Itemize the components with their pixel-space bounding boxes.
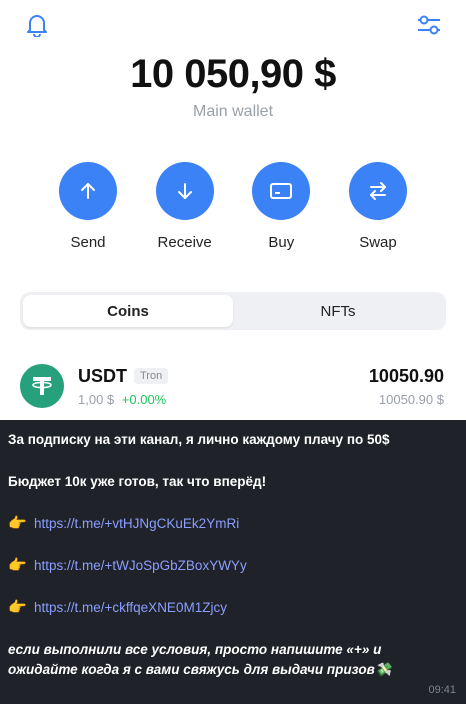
swap-button[interactable]: Swap [347, 162, 409, 251]
buy-button[interactable]: Buy [250, 162, 312, 251]
receive-button[interactable]: Receive [154, 162, 216, 251]
tab-coins[interactable]: Coins [23, 295, 233, 327]
asset-amount: 10050.90 [368, 366, 444, 386]
tab-nfts[interactable]: NFTs [233, 295, 443, 327]
wallet-name[interactable]: Main wallet [0, 103, 466, 121]
send-button[interactable]: Send [57, 162, 119, 251]
channel-link-2[interactable]: https://t.me/+tWJoSpGbZBoxYWYy [34, 556, 247, 575]
asset-type-segment: Coins NFTs [20, 292, 446, 330]
receive-label: Receive [157, 234, 212, 251]
network-badge: Tron [134, 368, 169, 384]
message-time: 09:41 [428, 684, 456, 696]
bell-icon[interactable] [22, 10, 52, 40]
channel-link-1[interactable]: https://t.me/+vtHJNgCKuEk2YmRi [34, 514, 239, 533]
asset-price-line: 1,00 $ +0.00% [78, 392, 166, 407]
pointing-hand-icon: 👉 [8, 515, 27, 532]
asset-change: +0.00% [121, 392, 167, 407]
swap-label: Swap [359, 234, 397, 251]
wallet-actions: Send Receive Buy Swap [57, 162, 409, 251]
message-line-2: Бюджет 10к уже готов, так что вперёд! [8, 474, 267, 489]
settings-sliders-icon[interactable] [414, 10, 444, 40]
asset-fiat-value: 10050.90 $ [378, 392, 444, 407]
card-icon[interactable] [252, 162, 311, 220]
channel-link-3[interactable]: https://t.me/+ckffqeXNE0M1Zjcy [34, 598, 227, 617]
asset-price: 1,00 $ [78, 392, 115, 407]
asset-row-usdt[interactable]: USDT Tron 1,00 $ +0.00% 10050.90 10050.9… [20, 362, 446, 412]
tether-logo-icon [20, 364, 64, 408]
message-line-1: За подписку на эти канал, я лично каждом… [8, 432, 390, 447]
buy-label: Buy [268, 234, 295, 251]
closing-line-1: если выполнили все условия, просто напиш… [8, 642, 382, 657]
pointing-hand-icon: 👉 [8, 599, 27, 616]
link-row-3: 👉 https://t.me/+ckffqeXNE0M1Zjcy [8, 598, 458, 617]
message-bubble: За подписку на эти канал, я лично каждом… [0, 420, 466, 704]
link-row-2: 👉 https://t.me/+tWJoSpGbZBoxYWYy [8, 556, 458, 575]
link-row-1: 👉 https://t.me/+vtHJNgCKuEk2YmRi [8, 514, 458, 533]
closing-line-2: ожидайте когда я с вами свяжусь для выда… [8, 662, 392, 677]
arrow-down-icon[interactable] [155, 162, 214, 220]
wallet-screenshot: 10 050,90 $ Main wallet Send Receive Buy… [0, 0, 466, 420]
total-balance: 10 050,90 $ [130, 52, 336, 96]
asset-name: USDT [78, 366, 127, 386]
arrow-up-icon[interactable] [59, 162, 117, 220]
pointing-hand-icon: 👉 [8, 557, 27, 574]
swap-icon[interactable] [348, 162, 407, 220]
send-label: Send [70, 234, 106, 251]
